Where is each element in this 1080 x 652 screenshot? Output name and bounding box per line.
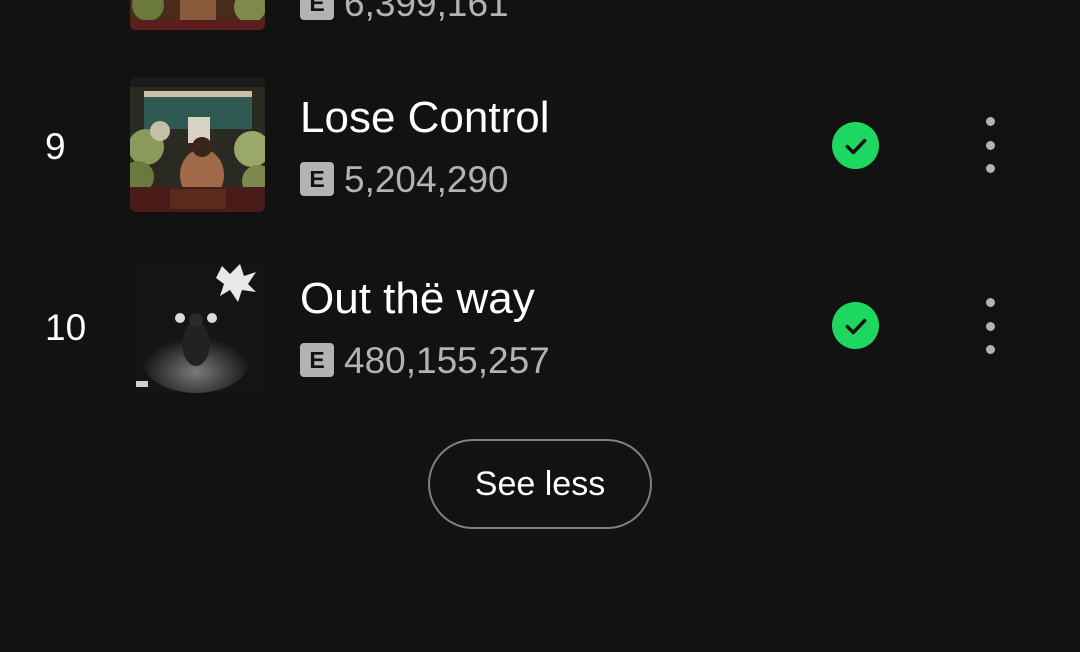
more-dot [985,164,995,173]
more-vertical-icon [985,117,995,126]
more-dot [985,321,995,331]
track-meta: E 480,155,257 [300,339,550,381]
track-row[interactable]: 10 Out thë way E 480,155,257 [0,258,1080,394]
track-meta: E 5,204,290 [300,158,509,200]
track-title: Out thë way [300,274,535,323]
more-vertical-icon [985,298,995,307]
play-count: 480,155,257 [344,339,550,381]
more-options-button[interactable] [968,296,1012,356]
explicit-badge: E [300,0,334,20]
more-dot [985,345,995,354]
track-title: Lose Control [300,93,550,142]
track-row[interactable]: E 6,399,161 [0,0,1080,31]
track-row[interactable]: 9 Lose Control E 5,204,290 [0,77,1080,213]
track-meta: E 6,399,161 [300,0,509,24]
track-number: 10 [45,307,87,348]
see-less-button[interactable]: See less [428,439,652,529]
downloaded-check-icon [832,302,879,349]
album-cover [130,0,265,30]
explicit-badge: E [300,343,334,377]
more-dot [985,140,995,150]
downloaded-check-icon [832,122,879,169]
popular-tracks-list: E 6,399,161 9 Lose Control E 5,204,290 1… [0,0,1080,652]
explicit-badge: E [300,162,334,196]
play-count: 6,399,161 [344,0,509,24]
album-cover [130,77,265,212]
play-count: 5,204,290 [344,158,509,200]
more-options-button[interactable] [968,115,1012,175]
album-cover [130,258,265,393]
track-number: 9 [45,126,66,167]
